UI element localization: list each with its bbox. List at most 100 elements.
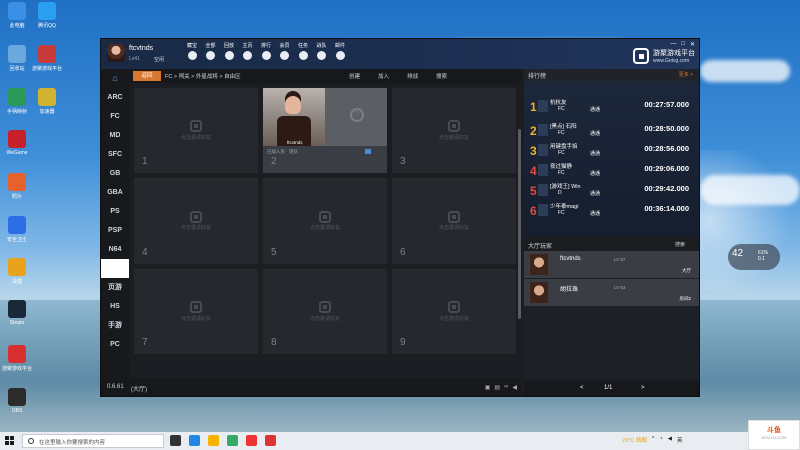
- taskbar-app-icon[interactable]: [265, 435, 276, 446]
- scrollbar[interactable]: [518, 129, 521, 319]
- sidebar-item[interactable]: ARC: [101, 88, 129, 107]
- rank-player-name: 用键盘手掐: [550, 144, 578, 150]
- player-row[interactable]: ftcvtnds LV 87 大厅: [524, 251, 699, 278]
- leaderboard-row[interactable]: 4 夜过猫静 FC 通通 00:29:06.000: [524, 161, 699, 181]
- taskbar-app-icon[interactable]: [208, 435, 219, 446]
- desktop-icon[interactable]: 游聚游戏平台: [32, 45, 62, 72]
- player-row[interactable]: 胡拉珠 LV 53 房间2: [524, 279, 699, 306]
- gamepad-icon[interactable]: ▣: [485, 384, 491, 391]
- leaderboard-row[interactable]: 5 [游戏王] Win D 通通 00:29:42.000: [524, 181, 699, 201]
- room-slot[interactable]: 点击邀请好友 5: [262, 177, 388, 265]
- room-slot[interactable]: 点击邀请好友 3: [391, 87, 517, 175]
- taskbar-app-icon[interactable]: [170, 435, 181, 446]
- nav-item[interactable]: 全部: [202, 42, 220, 60]
- prev-page-button[interactable]: <: [580, 385, 584, 391]
- leaderboard-row[interactable]: 3 用键盘手掐 FC 通通 00:28:56.000: [524, 141, 699, 161]
- tray-ime-icon[interactable]: 英: [677, 436, 683, 444]
- desktop-icon[interactable]: WeGame: [2, 130, 32, 156]
- sidebar-item[interactable]: SFC: [101, 145, 129, 164]
- page-indicator: 1/1: [604, 385, 613, 391]
- leaderboard-row[interactable]: 6 少年泰magi FC 通通 00:36:14.000: [524, 201, 699, 221]
- sidebar-item[interactable]: 页游: [101, 278, 129, 297]
- nav-item[interactable]: 任务: [294, 42, 312, 60]
- nav-item[interactable]: 会员: [276, 42, 294, 60]
- room-slot[interactable]: 点击邀请好友 9: [391, 267, 517, 355]
- rank-tag: 通通: [590, 107, 601, 113]
- player-level: LV 53: [614, 285, 626, 290]
- leaderboard-row[interactable]: 2 [黑点] 石阳 FC 通通 00:28:50.000: [524, 121, 699, 141]
- sidebar-item[interactable]: FC: [101, 107, 129, 126]
- minimize-icon[interactable]: —: [670, 41, 676, 48]
- room-slot[interactable]: 点击邀请好友 8: [262, 267, 388, 355]
- close-icon[interactable]: ✕: [690, 41, 695, 48]
- desktop-icon[interactable]: 安全卫士: [2, 216, 32, 243]
- room-slot[interactable]: 点击邀请好友 1: [133, 87, 259, 175]
- desktop-icon[interactable]: 清理: [2, 258, 32, 285]
- desktop-icon[interactable]: 游聚游戏平台: [2, 345, 32, 372]
- tray-volume-icon[interactable]: ◀: [668, 436, 672, 444]
- room-slot[interactable]: ? ftcvtnds 已加入房 · 逐队 2: [262, 87, 388, 175]
- slot-hint: 点击邀请好友: [180, 225, 211, 232]
- room-action-button[interactable]: 排战: [407, 72, 418, 80]
- app-icon: [8, 345, 26, 363]
- desktop-icon-label: 清理: [11, 279, 22, 285]
- app-icon: [38, 88, 56, 106]
- sidebar-item[interactable]: HS: [101, 297, 129, 316]
- taskbar-search-input[interactable]: 在这里输入你要搜索的内容: [22, 434, 164, 448]
- room-slot[interactable]: 点击邀请好友 6: [391, 177, 517, 265]
- player-state: 大厅: [682, 268, 691, 273]
- nav-item[interactable]: 藏宝: [183, 42, 201, 60]
- desktop-icon[interactable]: 此电脑: [2, 2, 32, 29]
- desktop-icon[interactable]: OBS: [2, 388, 32, 414]
- room-action-button[interactable]: 加入: [378, 72, 389, 80]
- nav-item[interactable]: 邮件: [331, 42, 349, 60]
- next-page-button[interactable]: >: [641, 385, 645, 391]
- start-button-icon[interactable]: [5, 436, 14, 445]
- desktop-icon[interactable]: 照片: [2, 173, 32, 200]
- sidebar-item[interactable]: GBA: [101, 183, 129, 202]
- slot-number: 7: [142, 337, 148, 348]
- desktop-icon[interactable]: 加速器: [32, 88, 62, 115]
- desktop-icon[interactable]: 手柄映射: [2, 88, 32, 115]
- room-action-button[interactable]: 创建: [349, 72, 360, 80]
- sidebar-item[interactable]: GB: [101, 164, 129, 183]
- chart-icon[interactable]: ▤: [494, 384, 500, 391]
- tray-weather[interactable]: 23°C 晴朗: [622, 436, 647, 444]
- room-action-button[interactable]: 搜索: [436, 72, 447, 80]
- desktop-icon[interactable]: 腾讯QQ: [32, 2, 62, 29]
- nav-item[interactable]: 战队: [313, 42, 331, 60]
- taskbar-app-icon[interactable]: [227, 435, 238, 446]
- system-monitor-widget[interactable]: 42 61% 0.1: [728, 244, 780, 270]
- sidebar-item[interactable]: [101, 259, 129, 278]
- sidebar-item[interactable]: PS: [101, 202, 129, 221]
- back-button[interactable]: 返回: [133, 71, 161, 81]
- nav-item[interactable]: 回放: [220, 42, 238, 60]
- gotvg-logo-icon: [190, 120, 202, 133]
- sidebar-item[interactable]: MD: [101, 126, 129, 145]
- room-slot[interactable]: 点击邀请好友 4: [133, 177, 259, 265]
- sidebar-item[interactable]: PSP: [101, 221, 129, 240]
- tray-chevron-icon[interactable]: ^: [652, 436, 655, 444]
- nav-item[interactable]: 排行: [257, 42, 275, 60]
- breadcrumb-bar: 返回 FC > 闯关 > 外星战将 > 自由区 创建 加入 排战 搜索: [129, 69, 521, 83]
- link-icon[interactable]: ∞: [504, 384, 508, 391]
- room-slot[interactable]: 点击邀请好友 7: [133, 267, 259, 355]
- desktop-icon[interactable]: Steam: [2, 300, 32, 326]
- taskbar-app-icon[interactable]: [246, 435, 257, 446]
- user-avatar[interactable]: [107, 44, 125, 62]
- sidebar-item[interactable]: 手游: [101, 316, 129, 335]
- desktop-icon[interactable]: 回收站: [2, 45, 32, 72]
- sidebar-item[interactable]: N64: [101, 240, 129, 259]
- home-icon[interactable]: ⌂: [101, 69, 129, 88]
- tray-network-icon[interactable]: ◔: [659, 436, 662, 444]
- nav-item[interactable]: 主页: [239, 42, 257, 60]
- sidebar-item[interactable]: PC: [101, 335, 129, 354]
- leaderboard-more-link[interactable]: 更多 >: [679, 71, 693, 78]
- taskbar-apps: [170, 435, 276, 446]
- leaderboard-row[interactable]: 1 杭杭友 FC 通通 00:27:57.000: [524, 97, 699, 117]
- players-search-button[interactable]: 搜索: [675, 241, 685, 248]
- maximize-icon[interactable]: □: [681, 41, 685, 48]
- taskbar-app-icon[interactable]: [189, 435, 200, 446]
- volume-icon[interactable]: ◀: [512, 384, 517, 391]
- user-status[interactable]: 空闲: [154, 56, 164, 63]
